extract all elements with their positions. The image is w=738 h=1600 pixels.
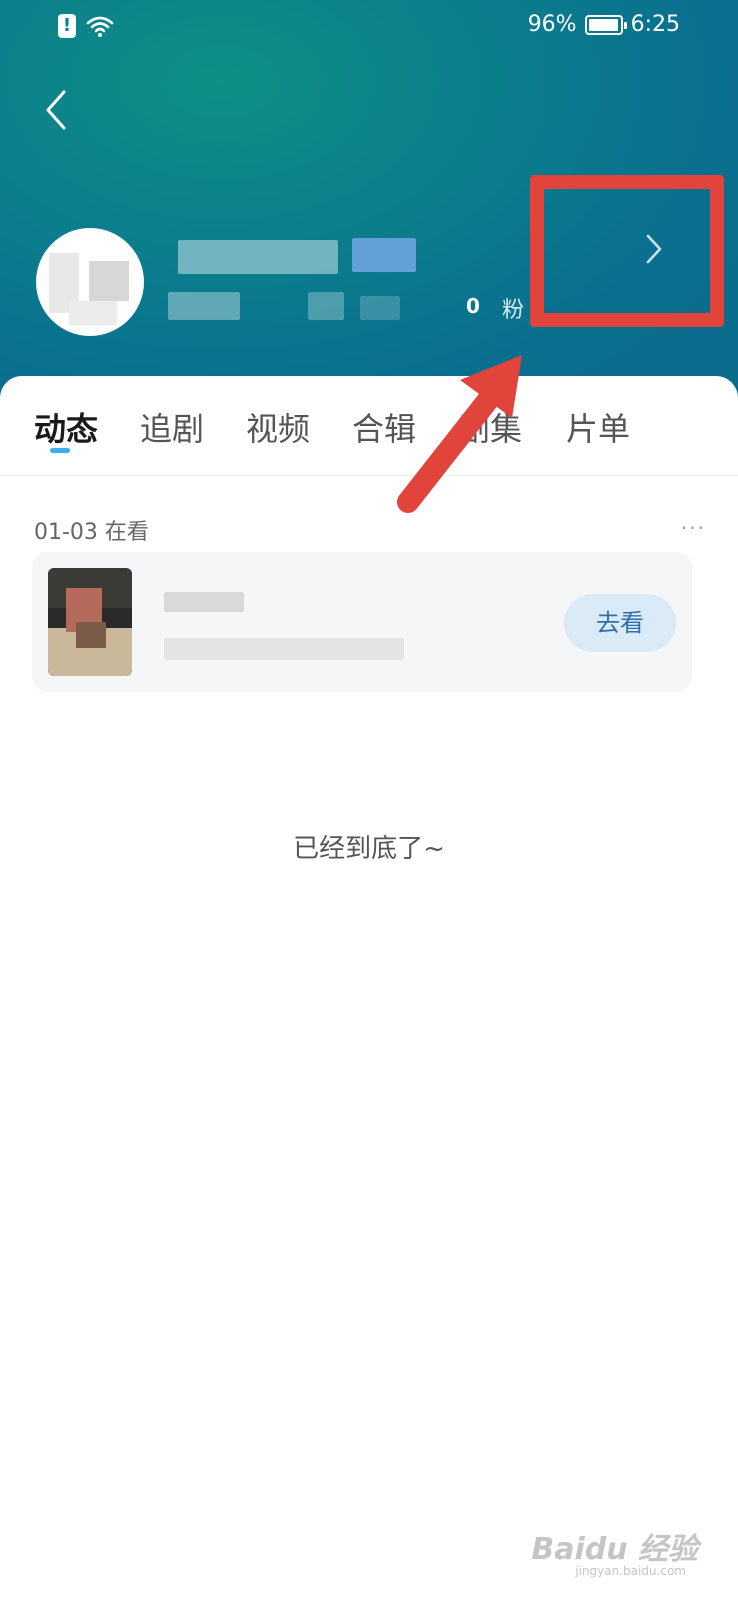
tab-dynamics[interactable]: 动态 [34, 404, 98, 450]
status-right: 96% 6:25 [528, 12, 680, 37]
tab-series[interactable]: 剧集 [458, 404, 522, 450]
tab-following-shows[interactable]: 追剧 [140, 404, 204, 450]
alert-icon: ! [58, 14, 76, 38]
baidu-watermark: Baidu 经验 [531, 1532, 698, 1567]
status-bar: ! 96% 6:25 [0, 0, 738, 56]
active-tab-indicator [50, 448, 70, 453]
feed-date-label: 01-03 在看 [34, 520, 149, 545]
highlight-annotation-box [530, 175, 724, 327]
video-thumbnail[interactable] [48, 568, 132, 676]
clock-time: 6:25 [630, 12, 680, 37]
tab-videos[interactable]: 视频 [246, 404, 310, 450]
user-stat-blurred [308, 292, 344, 320]
end-of-list-text: 已经到底了~ [293, 834, 445, 864]
fans-label[interactable]: 粉 [502, 292, 524, 324]
chevron-right-icon[interactable] [642, 232, 666, 266]
vip-badge-blurred [352, 238, 416, 272]
user-stat-blurred [360, 296, 400, 320]
video-desc-blurred [164, 638, 404, 660]
profile-header: ! 96% 6:25 0 粉 [0, 0, 738, 410]
battery-icon [584, 14, 627, 35]
wifi-icon [86, 16, 114, 37]
user-stat-blurred [168, 292, 240, 320]
tab-bar: 动态 追剧 视频 合辑 剧集 片单 [0, 376, 738, 476]
video-title-blurred [164, 592, 244, 612]
go-watch-button[interactable]: 去看 [564, 594, 676, 652]
status-left: ! [58, 14, 114, 38]
tab-playlists[interactable]: 片单 [566, 404, 630, 450]
more-dots-icon[interactable]: ··· [681, 516, 706, 540]
fans-count[interactable]: 0 [466, 294, 480, 318]
username-blurred [178, 240, 338, 274]
back-arrow-icon[interactable] [40, 88, 76, 132]
baidu-watermark-url: jingyan.baidu.com [575, 1564, 686, 1578]
tab-collections[interactable]: 合辑 [352, 404, 416, 450]
content-panel: 动态 追剧 视频 合辑 剧集 片单 01-03 在看 ··· 去看 已经到底了~ [0, 376, 738, 1600]
avatar[interactable] [36, 228, 144, 336]
battery-percent: 96% [527, 12, 577, 37]
feed-card[interactable]: 去看 [32, 552, 692, 692]
